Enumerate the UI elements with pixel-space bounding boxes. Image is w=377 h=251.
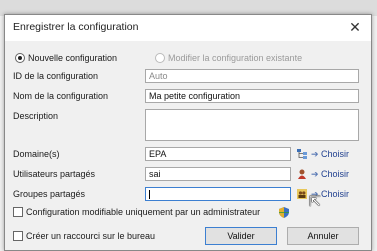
user-icon[interactable] [297,169,307,179]
dialog-title: Enregistrer la configuration [13,21,139,33]
users-label: Utilisateurs partagés [13,169,96,179]
title-bar: Enregistrer la configuration ✕ [5,15,371,41]
name-field[interactable]: Ma petite configuration [145,89,359,103]
shield-icon [279,207,289,221]
name-label: Nom de la configuration [13,91,109,101]
id-field[interactable]: Auto [145,69,359,83]
save-configuration-dialog: Enregistrer la configuration ✕ Nouvelle … [4,14,372,251]
id-row: ID de la configuration Auto [5,69,371,85]
radio-modify-label: Modifier la configuration existante [168,53,303,63]
radio-modify-configuration[interactable] [155,53,165,63]
id-label: ID de la configuration [13,71,99,81]
groups-choose-link[interactable]: Choisir [321,189,349,199]
shortcut-checkbox[interactable] [13,231,23,241]
description-row: Description [5,109,371,143]
text-caret [149,190,150,200]
domains-label: Domaine(s) [13,149,60,159]
shortcut-label: Créer un raccourci sur le bureau [26,231,156,241]
admin-only-checkbox[interactable] [13,207,23,217]
bottom-row: Créer un raccourci sur le bureau Valider… [5,227,371,247]
domains-choose-link[interactable]: Choisir [321,149,349,159]
close-button[interactable]: ✕ [345,17,365,37]
group-icon[interactable] [297,189,307,199]
domain-tree-icon[interactable] [297,149,307,159]
domains-field[interactable]: EPA [145,147,291,161]
validate-button[interactable]: Valider [205,227,277,245]
mode-radio-group: Nouvelle configuration Modifier la confi… [5,51,371,67]
domains-arrow-icon: ➔ [311,149,319,159]
users-row: Utilisateurs partagés sai ➔ Choisir [5,167,371,183]
mouse-cursor-icon: ⇱ [309,193,321,209]
radio-new-label: Nouvelle configuration [28,53,118,63]
admin-only-label: Configuration modifiable uniquement par … [26,207,261,217]
groups-field[interactable] [145,187,291,201]
users-choose-link[interactable]: Choisir [321,169,349,179]
domains-row: Domaine(s) EPA ➔ Choisir [5,147,371,163]
radio-new-configuration[interactable] [15,53,25,63]
name-row: Nom de la configuration Ma petite config… [5,89,371,105]
users-arrow-icon: ➔ [311,169,319,179]
users-field[interactable]: sai [145,167,291,181]
groups-label: Groupes partagés [13,189,86,199]
cancel-button[interactable]: Annuler [287,227,359,245]
description-field[interactable] [145,109,359,141]
description-label: Description [13,111,59,121]
